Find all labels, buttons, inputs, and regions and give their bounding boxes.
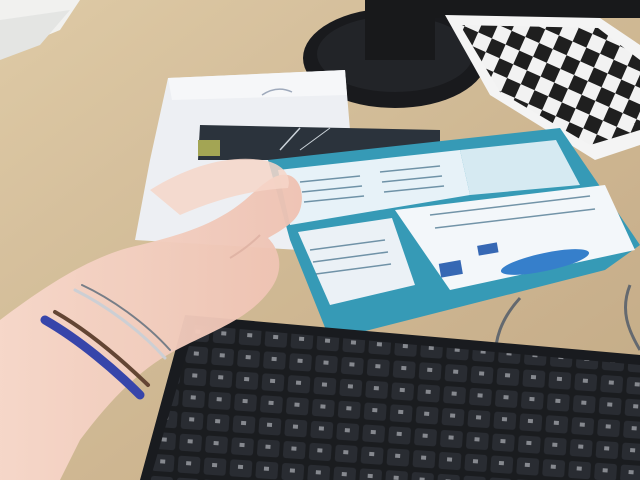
photo-scene	[0, 0, 640, 480]
desk-photo	[0, 0, 640, 480]
